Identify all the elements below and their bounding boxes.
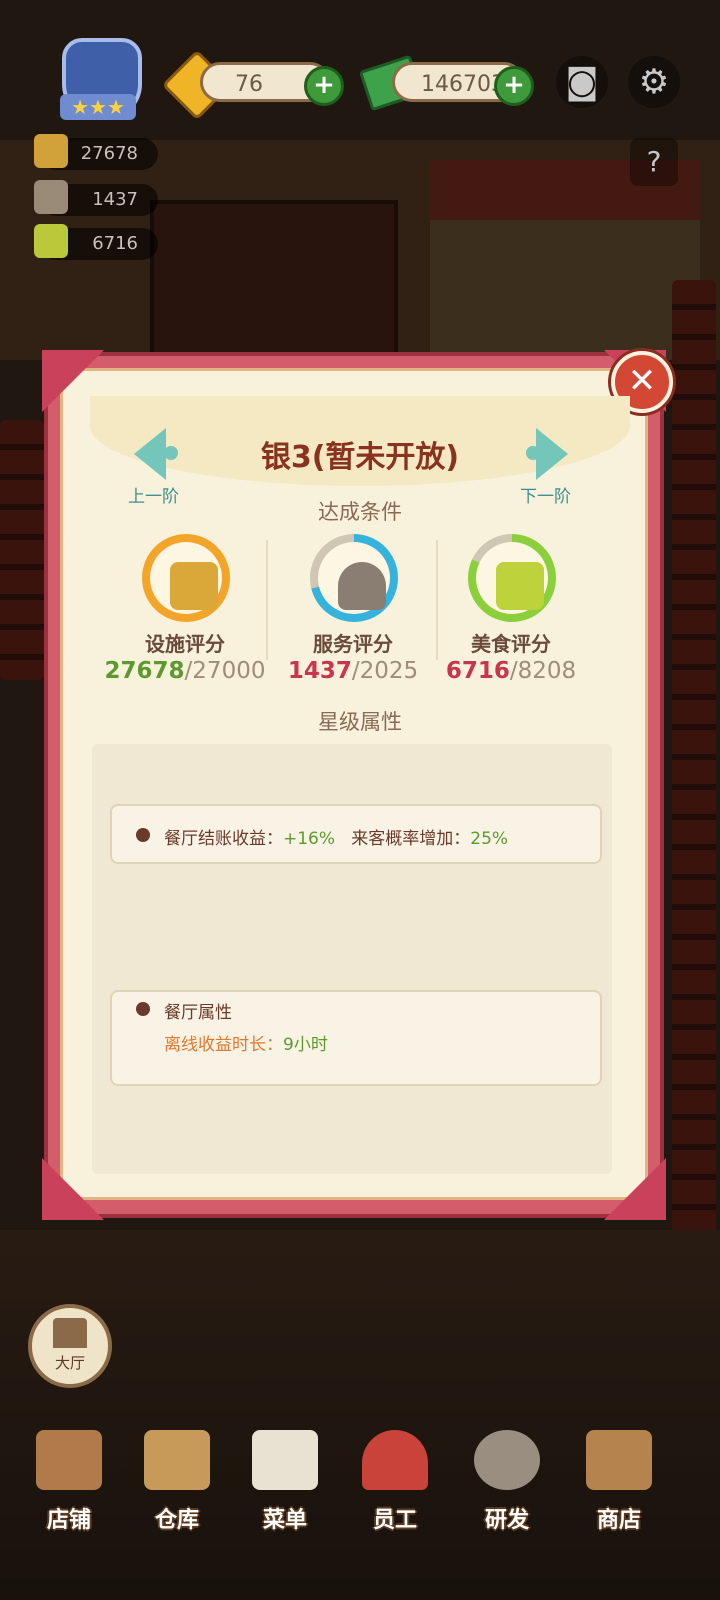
tab-label: 员工 bbox=[372, 1508, 417, 1533]
prev-arrow-icon[interactable] bbox=[134, 428, 166, 480]
offline-income-line: 离线收益时长：9小时 bbox=[164, 1030, 328, 1055]
add-diamonds-button[interactable]: + bbox=[304, 66, 344, 106]
facility-current: 27678 bbox=[104, 658, 185, 684]
dialog-title: 银3(暂未开放) bbox=[260, 440, 460, 475]
anvil-icon bbox=[170, 562, 218, 610]
storefront-icon bbox=[36, 1430, 102, 1490]
wok-icon bbox=[474, 1430, 540, 1490]
facility-score-value: 27678/27000 bbox=[100, 658, 270, 684]
facility-score-ring bbox=[142, 534, 230, 622]
cash-count: 146703 bbox=[421, 72, 505, 97]
tab-label: 店铺 bbox=[46, 1508, 91, 1533]
cloche-icon bbox=[34, 180, 68, 214]
tab-menu[interactable]: 菜单 bbox=[240, 1430, 330, 1533]
tab-warehouse[interactable]: 仓库 bbox=[132, 1430, 222, 1533]
help-book-icon[interactable]: ? bbox=[630, 138, 678, 186]
facility-score-name: 设施评分 bbox=[145, 632, 225, 656]
offline-income-key: 离线收益时长： bbox=[164, 1035, 283, 1055]
service-current: 1437 bbox=[287, 658, 352, 684]
tab-shop-building[interactable]: 店铺 bbox=[24, 1430, 114, 1533]
chef-icon bbox=[362, 1430, 428, 1490]
food-current: 6716 bbox=[445, 658, 510, 684]
guest-chance-value: 25% bbox=[470, 829, 509, 849]
add-cash-button[interactable]: + bbox=[494, 66, 534, 106]
cloche-icon bbox=[338, 562, 386, 610]
star-attribute-line: 餐厅结账收益：+16% 来客概率增加：25% bbox=[164, 824, 508, 849]
food-score-value: 6716/8208 bbox=[426, 658, 596, 684]
checkout-income-value: +16% bbox=[283, 829, 336, 849]
facility-required: /27000 bbox=[184, 658, 266, 684]
food-stat: 6716 bbox=[34, 224, 158, 260]
recipe-book-icon bbox=[496, 562, 544, 610]
prev-arrow-dot bbox=[164, 446, 178, 460]
service-score-name: 服务评分 bbox=[313, 632, 393, 656]
diamond-count: 76 bbox=[235, 72, 263, 97]
facility-stat-value: 27678 bbox=[80, 143, 138, 164]
service-required: /2025 bbox=[351, 658, 419, 684]
bullet bbox=[136, 828, 150, 842]
hall-label: 大厅 bbox=[54, 1354, 85, 1372]
tab-label: 菜单 bbox=[262, 1508, 307, 1533]
camera-icon[interactable]: ◙ bbox=[556, 56, 608, 108]
tab-research[interactable]: 研发 bbox=[462, 1430, 552, 1533]
ring-core bbox=[150, 542, 222, 614]
bullet bbox=[136, 1002, 150, 1016]
house-icon bbox=[53, 1318, 87, 1348]
guest-chance-key: 来客概率增加： bbox=[351, 829, 471, 849]
service-stat: 1437 bbox=[34, 180, 158, 216]
restaurant-attribute-box: 餐厅属性 离线收益时长：9小时 bbox=[110, 990, 602, 1086]
checkout-income-key: 餐厅结账收益： bbox=[164, 829, 283, 849]
hall-button[interactable]: 大厅 bbox=[28, 1304, 112, 1388]
tab-label: 研发 bbox=[484, 1508, 529, 1533]
crate-icon bbox=[144, 1430, 210, 1490]
rank-badge[interactable]: ★★★ bbox=[38, 38, 158, 128]
conditions-heading: 达成条件 bbox=[318, 500, 402, 524]
service-score-ring bbox=[310, 534, 398, 622]
food-score-name: 美食评分 bbox=[471, 632, 551, 656]
tab-staff[interactable]: 员工 bbox=[350, 1430, 440, 1533]
food-score-ring bbox=[468, 534, 556, 622]
tab-label: 仓库 bbox=[154, 1508, 199, 1533]
recipe-book-icon bbox=[34, 224, 68, 258]
facility-stat: 27678 bbox=[34, 134, 158, 170]
anvil-icon bbox=[34, 134, 68, 168]
ring-core bbox=[476, 542, 548, 614]
ring-core bbox=[318, 542, 390, 614]
clipboard-icon bbox=[252, 1430, 318, 1490]
food-stat-value: 6716 bbox=[92, 233, 138, 254]
next-arrow-icon[interactable] bbox=[536, 428, 568, 480]
food-required: /8208 bbox=[509, 658, 577, 684]
star-attribute-box: 餐厅结账收益：+16% 来客概率增加：25% bbox=[110, 804, 602, 864]
restaurant-attr-heading: 餐厅属性 bbox=[164, 1003, 232, 1023]
service-stat-value: 1437 bbox=[92, 189, 138, 210]
tab-label: 商店 bbox=[596, 1508, 641, 1533]
tab-store[interactable]: 商店 bbox=[574, 1430, 664, 1533]
stars-icon: ★★★ bbox=[60, 94, 136, 120]
next-arrow-dot bbox=[526, 446, 540, 460]
star-attributes-heading: 星级属性 bbox=[318, 710, 402, 734]
store-icon bbox=[586, 1430, 652, 1490]
service-score-value: 1437/2025 bbox=[268, 658, 438, 684]
offline-income-value: 9小时 bbox=[283, 1035, 328, 1055]
gear-icon[interactable]: ⚙ bbox=[628, 56, 680, 108]
